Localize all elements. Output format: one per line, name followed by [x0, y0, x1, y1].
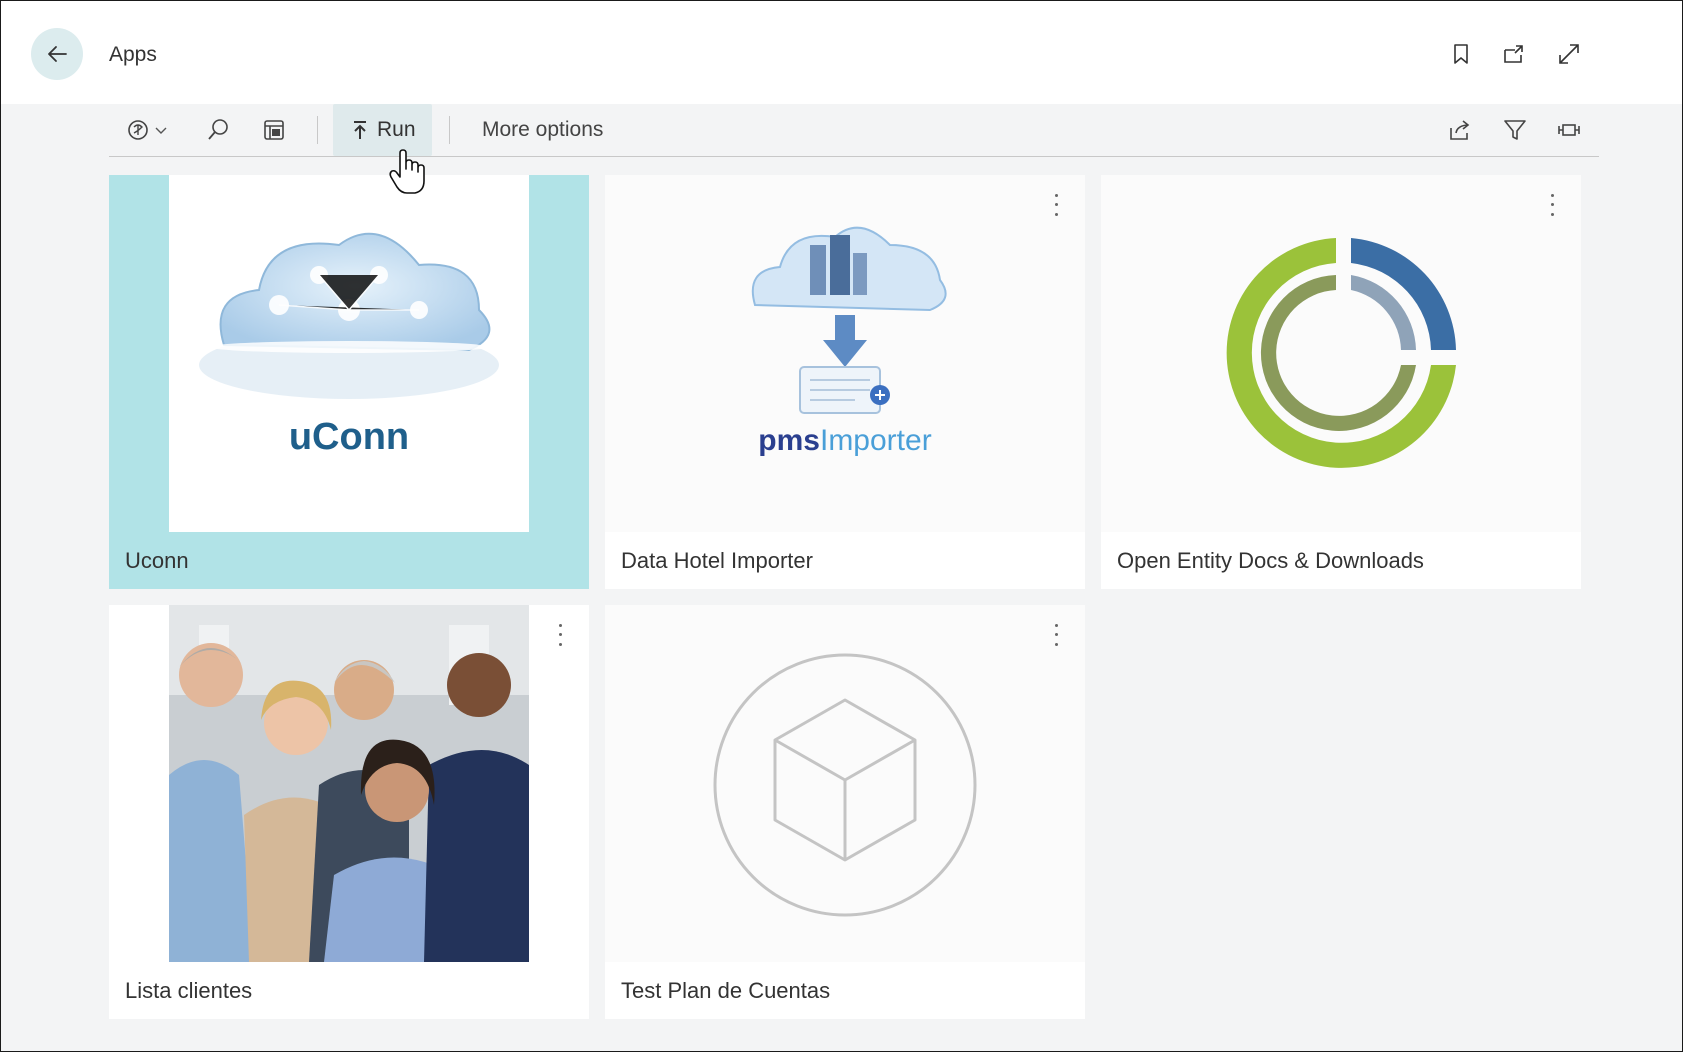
app-tile-data-hotel-importer[interactable]: pmsImporter Data Hotel Importer: [605, 175, 1085, 589]
chevron-down-icon: [155, 127, 167, 134]
header-bar: Apps: [1, 1, 1682, 104]
tile-label: Open Entity Docs & Downloads: [1117, 548, 1424, 573]
toolbar-separator: [449, 116, 450, 144]
more-vertical-icon[interactable]: [1049, 621, 1063, 649]
tile-image: [605, 605, 1085, 962]
tile-image: [1101, 175, 1581, 532]
share-button[interactable]: [1447, 104, 1473, 156]
filter-button[interactable]: [1502, 104, 1528, 156]
layout-icon: [264, 120, 284, 140]
expand-icon[interactable]: [1556, 41, 1582, 67]
uconn-logo-text: uConn: [289, 416, 409, 458]
tile-image: uConn: [109, 175, 589, 532]
tile-label: Uconn: [125, 548, 189, 573]
copilot-icon: [128, 120, 148, 140]
importer-logo-text: Importer: [820, 424, 932, 457]
collapse-button[interactable]: [1556, 104, 1582, 156]
hand-cursor-icon: [389, 149, 425, 194]
pms-logo-text: pms: [758, 424, 820, 457]
search-icon: [208, 119, 228, 140]
back-button[interactable]: [31, 28, 83, 80]
tile-label: Test Plan de Cuentas: [621, 978, 831, 1003]
app-tile-lista-clientes[interactable]: Lista clientes: [109, 605, 589, 1019]
bookmark-icon[interactable]: [1448, 41, 1474, 67]
copilot-menu-button[interactable]: [125, 104, 169, 156]
share-icon: [1450, 120, 1470, 140]
open-entity-logo: [1101, 175, 1581, 532]
tile-image: pmsImporter: [605, 175, 1085, 532]
collapse-icon: [1558, 124, 1580, 136]
layout-button[interactable]: [261, 104, 287, 156]
back-arrow-icon: [48, 46, 67, 62]
app-tile-open-entity-docs[interactable]: Open Entity Docs & Downloads: [1101, 175, 1581, 589]
more-vertical-icon[interactable]: [553, 621, 567, 649]
tile-label: Data Hotel Importer: [621, 548, 813, 573]
uconn-logo: uConn: [169, 175, 529, 532]
svg-text:pmsImporter: pmsImporter: [758, 424, 931, 457]
app-tile-test-plan-de-cuentas[interactable]: Test Plan de Cuentas: [605, 605, 1085, 1019]
open-new-window-icon[interactable]: [1501, 41, 1527, 67]
action-bar: Run More options: [109, 104, 1599, 157]
app-tile-uconn[interactable]: uConn Uconn: [109, 175, 589, 589]
package-icon: [605, 605, 1085, 962]
toolbar-separator: [317, 116, 318, 144]
search-button[interactable]: [205, 104, 231, 156]
page-title: Apps: [109, 43, 157, 66]
more-vertical-icon[interactable]: [1545, 191, 1559, 219]
more-vertical-icon[interactable]: [1049, 191, 1063, 219]
team-photo: [109, 605, 589, 962]
page-frame: Apps Run More options uConn Uconn pmsImp…: [0, 0, 1683, 1052]
filter-icon: [1504, 120, 1526, 140]
run-icon: [354, 121, 366, 139]
pms-importer-logo: pmsImporter: [605, 175, 1085, 532]
tile-label: Lista clientes: [125, 978, 253, 1003]
tile-image: [109, 605, 589, 962]
more-options-label: More options: [482, 118, 604, 141]
more-options-button[interactable]: More options: [482, 104, 603, 156]
run-label: Run: [377, 118, 416, 141]
